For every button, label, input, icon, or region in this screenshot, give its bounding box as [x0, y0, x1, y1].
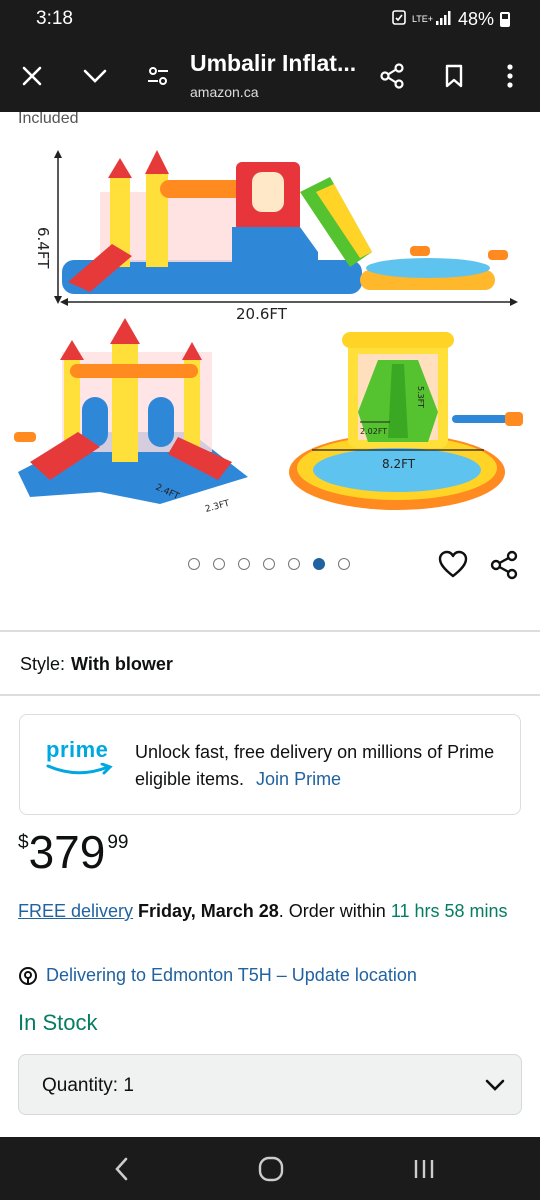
status-bar: 3:18 LTE+ 48% — [0, 0, 540, 40]
style-selector[interactable]: Style: With blower — [20, 654, 173, 675]
width-b-label: 2.3FT — [204, 499, 231, 515]
order-within-text: . Order within — [278, 901, 391, 921]
style-value: With blower — [71, 654, 173, 674]
chevron-down-icon — [83, 69, 107, 83]
share-icon — [490, 550, 518, 580]
browser-toolbar: Umbalir Inflat... amazon.ca — [0, 40, 540, 112]
more-icon — [507, 64, 513, 88]
close-icon — [22, 66, 42, 86]
signal-icon — [435, 9, 452, 30]
slide-width-label: 2.02FT — [360, 427, 387, 436]
carousel-dot[interactable] — [213, 558, 225, 570]
carousel-dot[interactable] — [188, 558, 200, 570]
page-url: amazon.ca — [190, 84, 259, 100]
quantity-label-row: Quantity: 1 — [42, 1075, 134, 1097]
divider — [0, 630, 540, 632]
carousel-dot[interactable] — [238, 558, 250, 570]
status-icons: LTE+ 48% — [392, 9, 510, 30]
more-button[interactable] — [490, 56, 530, 96]
bookmark-icon — [445, 64, 463, 88]
system-navigation-bar — [0, 1137, 540, 1200]
close-button[interactable] — [12, 56, 52, 96]
chevron-down-icon — [485, 1079, 505, 1091]
home-button[interactable] — [255, 1153, 287, 1185]
included-text: Included — [18, 112, 79, 127]
tune-icon — [148, 67, 168, 85]
product-image[interactable]: 6.4FT 20.6FT 2.4FT 2.3FT 8.2FT 2.02FT 5.… — [0, 132, 540, 532]
price-currency: $ — [18, 832, 29, 853]
page-content: Included 6.4FT 20.6FT 2.4FT 2.3FT 8.2FT … — [0, 112, 540, 1137]
carousel-dot[interactable] — [313, 558, 325, 570]
quantity-label: Quantity: — [42, 1075, 119, 1096]
product-share-button[interactable] — [490, 550, 520, 580]
location-pin-icon — [19, 966, 37, 985]
location-text[interactable]: Delivering to Edmonton T5H – Update loca… — [46, 965, 417, 986]
prime-message: Unlock fast, free delivery on millions o… — [135, 739, 505, 793]
divider — [0, 694, 540, 696]
price: $ 379 99 — [18, 824, 128, 880]
bookmark-button[interactable] — [434, 56, 474, 96]
join-prime-link[interactable]: Join Prime — [256, 769, 341, 789]
recents-button[interactable] — [408, 1153, 440, 1185]
image-carousel-indicator — [188, 558, 350, 570]
heart-icon — [438, 550, 468, 578]
bounce-house-front-view: 2.4FT 2.3FT — [14, 318, 248, 515]
delivery-info: FREE delivery Friday, March 28. Order wi… — [18, 898, 523, 925]
recents-icon — [414, 1160, 434, 1178]
quantity-selector[interactable]: Quantity: 1 — [18, 1054, 522, 1115]
style-label: Style: — [20, 654, 66, 674]
battery-percent: 48% — [457, 9, 494, 29]
price-fraction: 99 — [107, 832, 129, 853]
delivery-location[interactable]: Delivering to Edmonton T5H – Update loca… — [18, 965, 417, 986]
slide-pool-view: 8.2FT 2.02FT 5.3FT — [289, 332, 523, 510]
bounce-house-side-view: 6.4FT 20.6FT — [34, 150, 518, 323]
back-button[interactable] — [106, 1153, 138, 1185]
free-delivery-link[interactable]: FREE delivery — [18, 901, 133, 921]
back-icon — [115, 1157, 128, 1181]
price-whole: 379 — [28, 826, 106, 878]
minimize-button[interactable] — [75, 56, 115, 96]
network-label: LTE+ — [411, 14, 434, 24]
page-options-button[interactable] — [138, 56, 178, 96]
prime-promo-box[interactable]: prime Unlock fast, free delivery on mill… — [19, 714, 521, 815]
delivery-date: Friday, March 28 — [138, 901, 279, 921]
pool-width-label: 8.2FT — [382, 457, 416, 471]
wishlist-button[interactable] — [438, 550, 468, 580]
carousel-dot[interactable] — [338, 558, 350, 570]
prime-logo: prime — [46, 737, 116, 781]
battery-icon — [500, 12, 510, 27]
share-icon — [380, 63, 404, 89]
carousel-dot[interactable] — [288, 558, 300, 570]
alarm-icon — [392, 9, 406, 30]
prime-logo-text: prime — [46, 737, 109, 762]
length-label: 20.6FT — [236, 305, 288, 323]
page-title: Umbalir Inflat... — [190, 50, 357, 76]
prime-smile-icon — [46, 762, 113, 775]
home-icon — [258, 1156, 284, 1182]
height-label: 6.4FT — [34, 227, 52, 269]
stock-status: In Stock — [18, 1010, 98, 1035]
quantity-value: 1 — [123, 1075, 134, 1096]
clock: 3:18 — [36, 8, 73, 29]
carousel-dot[interactable] — [263, 558, 275, 570]
delivery-countdown: 11 hrs 58 mins — [390, 901, 508, 921]
slide-height-label: 5.3FT — [416, 386, 425, 408]
share-button[interactable] — [372, 56, 412, 96]
